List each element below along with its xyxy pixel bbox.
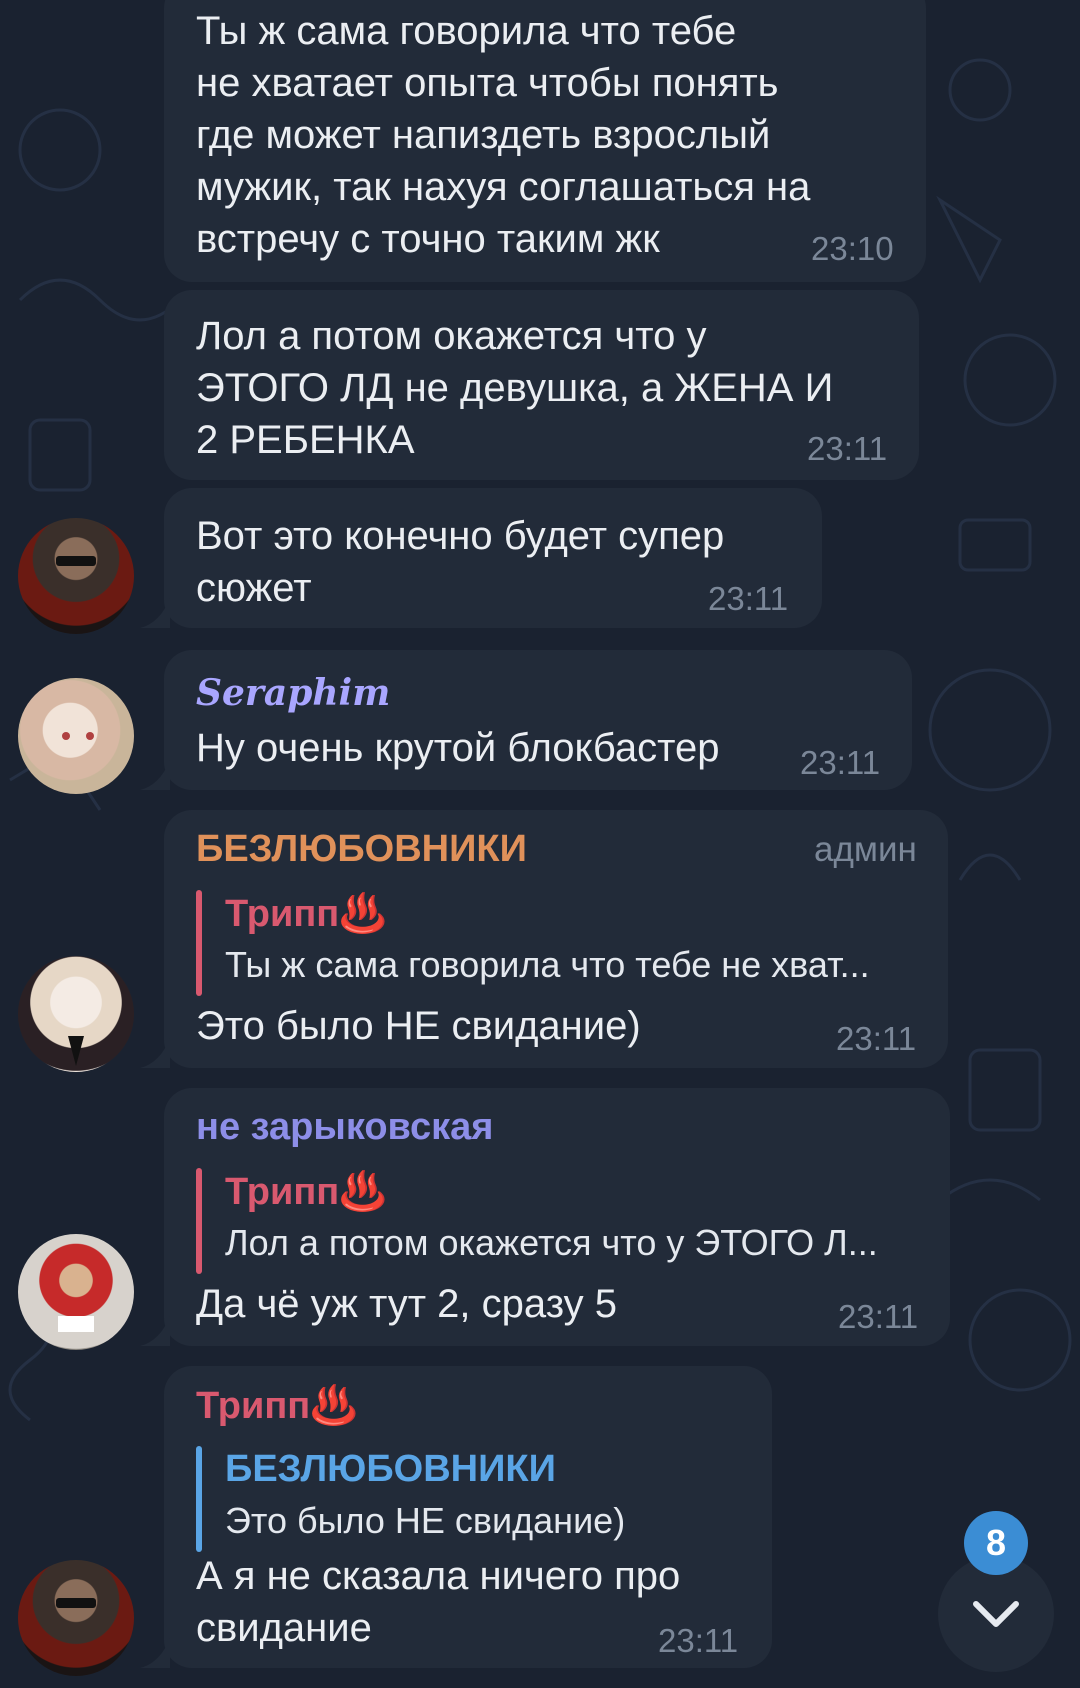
sender-name[interactable]: не зарыковская	[196, 1106, 493, 1149]
message-text-line: Вот это конечно будет супер	[196, 514, 725, 558]
message-text-line: 2 РЕБЕНКА	[196, 418, 415, 462]
message-text-line: Лол а потом окажется что у	[196, 314, 707, 358]
message-time: 23:11	[800, 744, 881, 781]
message-text-line: Ты ж сама говорила что тебе	[196, 9, 737, 53]
reply-bar	[196, 890, 202, 996]
message-text-line: не хватает опыта чтобы понять	[196, 61, 779, 105]
reply-bar	[196, 1168, 202, 1274]
message-bubble[interactable]: БЕЗЛЮБОВНИКИ админ Трипп♨️ Ты ж сама гов…	[164, 810, 948, 1068]
message-text-line: сюжет	[196, 566, 312, 610]
message-text-line: ЭТОГО ЛД не девушка, а ЖЕНА И	[196, 366, 834, 410]
reply-sender: Трипп♨️	[225, 1171, 387, 1213]
avatar[interactable]	[18, 1560, 134, 1676]
message-text-line: А я не сказала ничего про	[196, 1554, 681, 1598]
bubble-tail	[140, 1638, 170, 1668]
message-text-line: встречу с точно таким жк	[196, 217, 660, 261]
message-text-line: Да чё уж тут 2, сразу 5	[196, 1282, 617, 1326]
avatar-photo	[56, 556, 96, 566]
reply-sender: БЕЗЛЮБОВНИКИ	[225, 1448, 556, 1490]
message-time: 23:11	[658, 1622, 739, 1659]
avatar-photo	[56, 1598, 96, 1608]
message-time: 23:11	[708, 580, 789, 617]
reply-sender: Трипп♨️	[225, 893, 387, 935]
message-text-line: Ну очень крутой блокбастер	[196, 726, 720, 770]
message-bubble[interactable]: Seraphim Ну очень крутой блокбастер 23:1…	[164, 650, 912, 790]
message-bubble[interactable]: Трипп♨️ БЕЗЛЮБОВНИКИ Это было НЕ свидани…	[164, 1366, 772, 1668]
bubble-tail	[140, 598, 170, 628]
sender-name[interactable]: Seraphim	[196, 672, 390, 714]
bubble-tail	[140, 1038, 170, 1068]
message-time: 23:11	[836, 1020, 917, 1057]
message-time: 23:11	[807, 430, 888, 467]
avatar[interactable]	[18, 678, 134, 794]
reply-text: Это было НЕ свидание)	[225, 1500, 626, 1541]
avatar[interactable]	[18, 518, 134, 634]
message-bubble[interactable]: Лол а потом окажется что у ЭТОГО ЛД не д…	[164, 290, 919, 480]
message-time: 23:11	[838, 1298, 919, 1335]
admin-badge: админ	[814, 830, 917, 869]
avatar-photo	[68, 1036, 84, 1066]
message-bubble[interactable]: Ты ж сама говорила что тебе не хватает о…	[164, 0, 926, 282]
message-bubble[interactable]: Вот это конечно будет супер сюжет 23:11	[164, 488, 822, 628]
avatar-photo	[58, 1316, 94, 1332]
sender-name[interactable]: БЕЗЛЮБОВНИКИ	[196, 828, 527, 871]
message-text-line: мужик, так нахуя соглашаться на	[196, 165, 811, 209]
sender-name[interactable]: Трипп♨️	[196, 1384, 358, 1428]
avatar-photo	[62, 732, 94, 740]
avatar[interactable]	[18, 1234, 134, 1350]
message-text-line: свидание	[196, 1606, 372, 1650]
bubble-tail	[140, 760, 170, 790]
avatar[interactable]	[18, 956, 134, 1072]
message-time: 23:10	[811, 230, 894, 267]
message-text-line: Это было НЕ свидание)	[196, 1004, 641, 1048]
reply-bar	[196, 1446, 202, 1552]
reply-text: Лол а потом окажется что у ЭТОГО Л...	[225, 1222, 878, 1263]
reply-text: Ты ж сама говорила что тебе не хват...	[225, 944, 870, 985]
bubble-tail	[140, 1316, 170, 1346]
message-bubble[interactable]: не зарыковская Трипп♨️ Лол а потом окаже…	[164, 1088, 950, 1346]
unread-count-badge: 8	[964, 1511, 1028, 1575]
message-text-line: где может напиздеть взрослый	[196, 113, 771, 157]
